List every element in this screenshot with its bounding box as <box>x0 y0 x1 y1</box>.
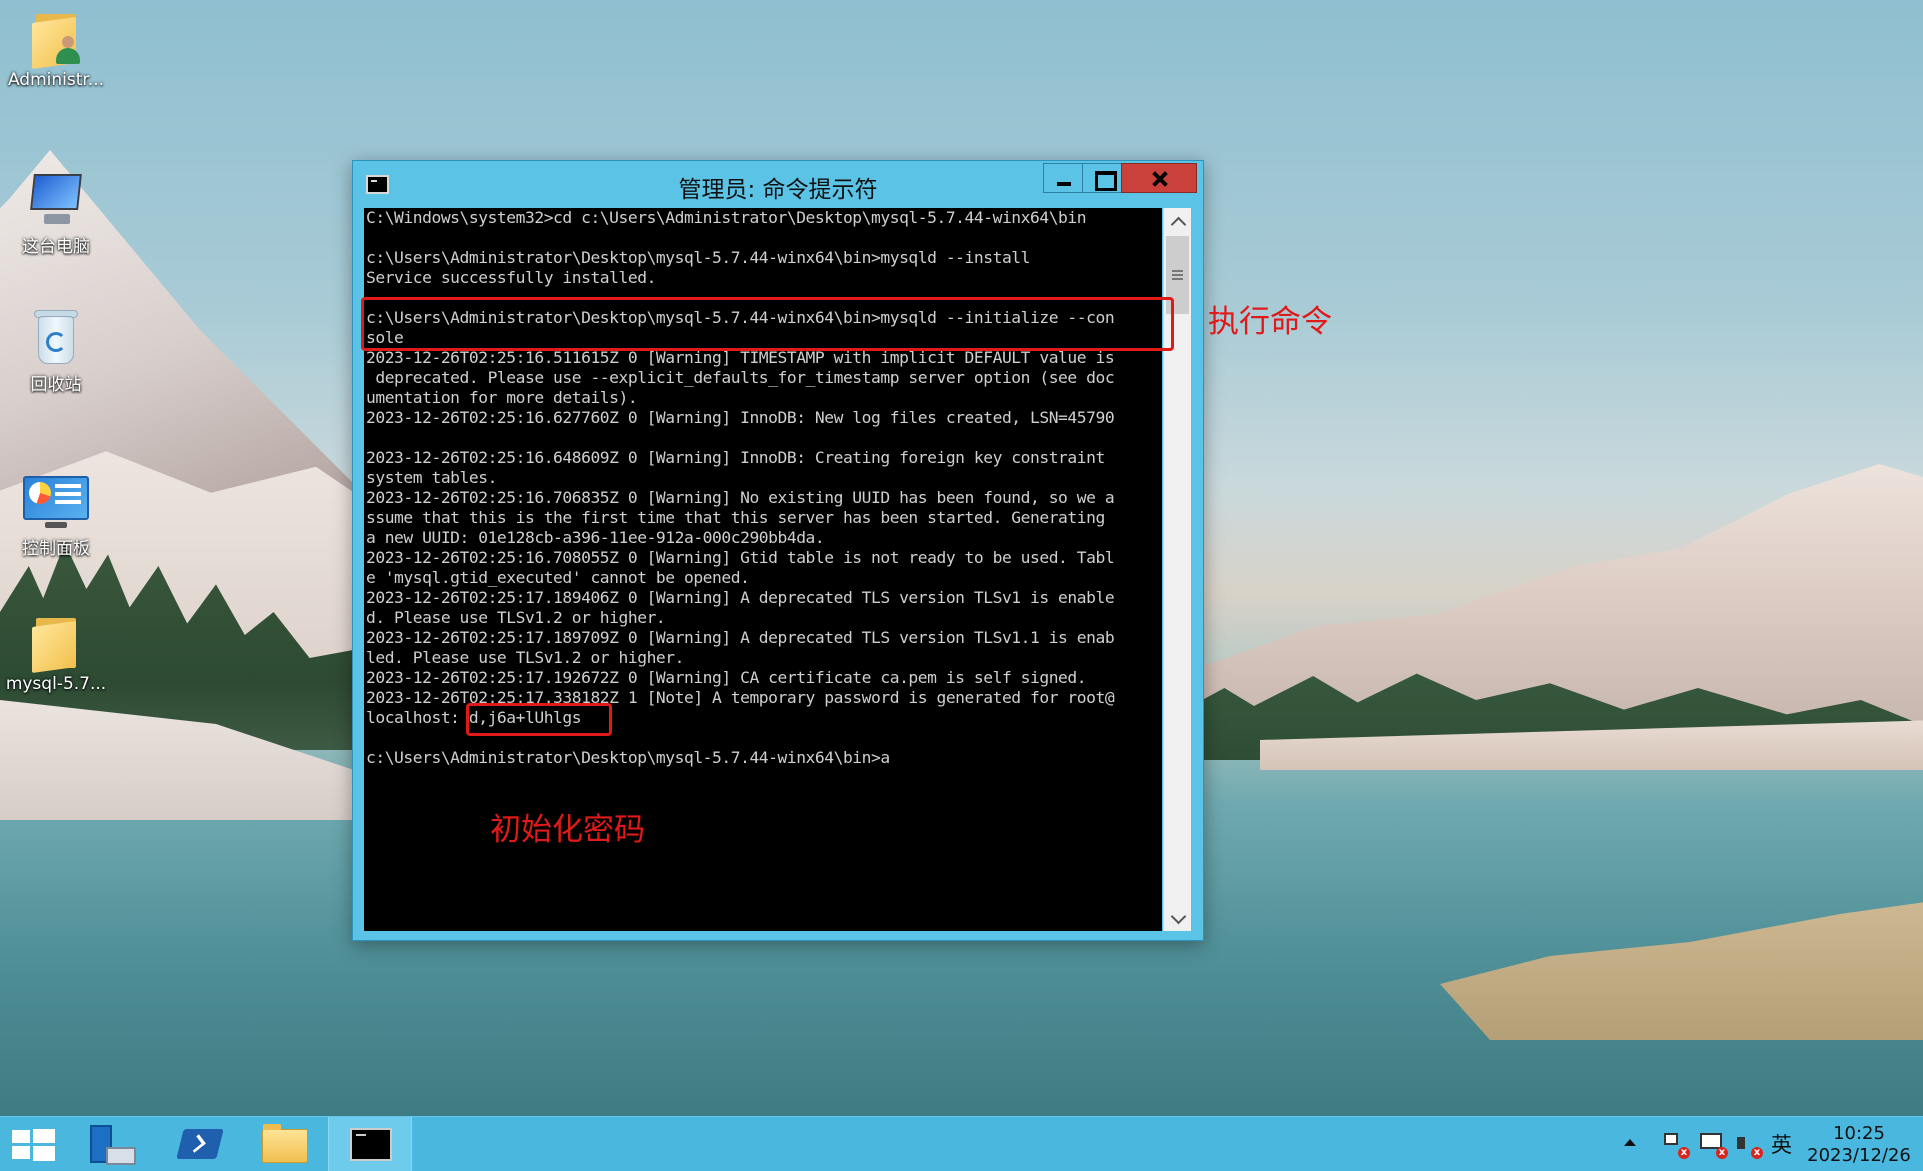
command-highlight-box <box>361 297 1174 351</box>
console-line: Service successfully installed. <box>366 268 656 287</box>
window-titlebar[interactable]: 管理员: 命令提示符 <box>353 161 1203 205</box>
file-explorer-icon[interactable] <box>244 1117 324 1171</box>
folder-icon <box>32 612 80 674</box>
close-button[interactable] <box>1121 163 1197 193</box>
desktop-icon-label: 回收站 <box>30 375 82 395</box>
desktop-icon-recycle-bin[interactable]: 回收站 <box>1 308 111 395</box>
scroll-up-arrow-icon[interactable] <box>1164 208 1191 234</box>
console-line: 2023-12-26T02:25:16.627760Z 0 [Warning] … <box>366 408 1115 427</box>
console-line: 2023-12-26T02:25:16.706835Z 0 [Warning] … <box>366 488 1115 507</box>
powershell-icon[interactable] <box>160 1117 240 1171</box>
input-method-indicator[interactable]: 英 <box>1771 1129 1792 1159</box>
desktop-icon-label: mysql-5.7... <box>5 674 107 694</box>
console-line: 2023-12-26T02:25:16.511615Z 0 [Warning] … <box>366 348 1115 367</box>
clock-time: 10:25 <box>1833 1123 1885 1144</box>
volume-icon[interactable]: x <box>1733 1131 1763 1159</box>
command-prompt-taskbar-icon[interactable] <box>328 1117 412 1171</box>
console-line: umentation for more details). <box>366 388 638 407</box>
desktop-icon-this-pc[interactable]: 这台电脑 <box>1 172 111 257</box>
desktop-icon-label: 控制面板 <box>22 539 90 559</box>
console-line: e 'mysql.gtid_executed' cannot be opened… <box>366 568 750 587</box>
console-line: 2023-12-26T02:25:16.708055Z 0 [Warning] … <box>366 548 1115 567</box>
windows-start-icon[interactable] <box>12 1129 56 1161</box>
exec-command-annotation: 执行命令 <box>1208 304 1332 340</box>
computer-icon <box>26 172 86 228</box>
user-folder-icon <box>32 8 80 70</box>
initial-password-annotation: 初始化密码 <box>490 812 645 848</box>
console-line: a new UUID: 01e128cb-a396-11ee-912a-000c… <box>366 528 825 547</box>
console-line: deprecated. Please use --explicit_defaul… <box>366 368 1115 387</box>
console-line: 2023-12-26T02:25:17.189709Z 0 [Warning] … <box>366 628 1115 647</box>
password-highlight-box <box>466 703 612 736</box>
desktop-icon-label: Administr... <box>7 70 105 90</box>
recycle-bin-icon <box>34 308 78 366</box>
console-line: ssume that this is the first time that t… <box>366 508 1105 527</box>
console-lines: C:\Windows\system32>cd c:\Users\Administ… <box>366 208 1162 768</box>
desktop-icon-label: 这台电脑 <box>22 237 90 257</box>
desktop-icon-mysql-folder[interactable]: mysql-5.7... <box>1 612 111 694</box>
console-line: system tables. <box>366 468 497 487</box>
console-line: 2023-12-26T02:25:17.189406Z 0 [Warning] … <box>366 588 1115 607</box>
network-icon[interactable]: x <box>1698 1131 1728 1159</box>
desktop-icon-administrator[interactable]: Administr... <box>1 8 111 90</box>
console-line: led. Please use TLSv1.2 or higher. <box>366 648 684 667</box>
console-line: C:\Windows\system32>cd c:\Users\Administ… <box>366 208 1087 227</box>
console-line: c:\Users\Administrator\Desktop\mysql-5.7… <box>366 248 1031 267</box>
console-line: 2023-12-26T02:25:17.192672Z 0 [Warning] … <box>366 668 1087 687</box>
console-line: d. Please use TLSv1.2 or higher. <box>366 608 666 627</box>
desktop-icon-control-panel[interactable]: 控制面板 <box>1 476 111 559</box>
clock-date: 2023/12/26 <box>1807 1145 1911 1166</box>
minimize-button[interactable] <box>1043 163 1083 193</box>
control-panel-icon <box>21 476 91 530</box>
server-manager-icon[interactable] <box>76 1117 156 1171</box>
maximize-button[interactable] <box>1082 163 1122 193</box>
console-line: c:\Users\Administrator\Desktop\mysql-5.7… <box>366 748 890 767</box>
command-prompt-window[interactable]: 管理员: 命令提示符 C:\Windows\system32>cd c:\Use… <box>352 160 1204 941</box>
action-center-flag-icon[interactable]: x <box>1660 1131 1690 1159</box>
show-hidden-icons-chevron-icon[interactable] <box>1624 1139 1636 1146</box>
console-line: 2023-12-26T02:25:16.648609Z 0 [Warning] … <box>366 448 1105 467</box>
system-clock[interactable]: 10:25 2023/12/26 <box>1795 1123 1923 1167</box>
scroll-down-arrow-icon[interactable] <box>1164 905 1191 931</box>
taskbar: x x x 英 10:25 2023/12/26 <box>0 1116 1923 1171</box>
